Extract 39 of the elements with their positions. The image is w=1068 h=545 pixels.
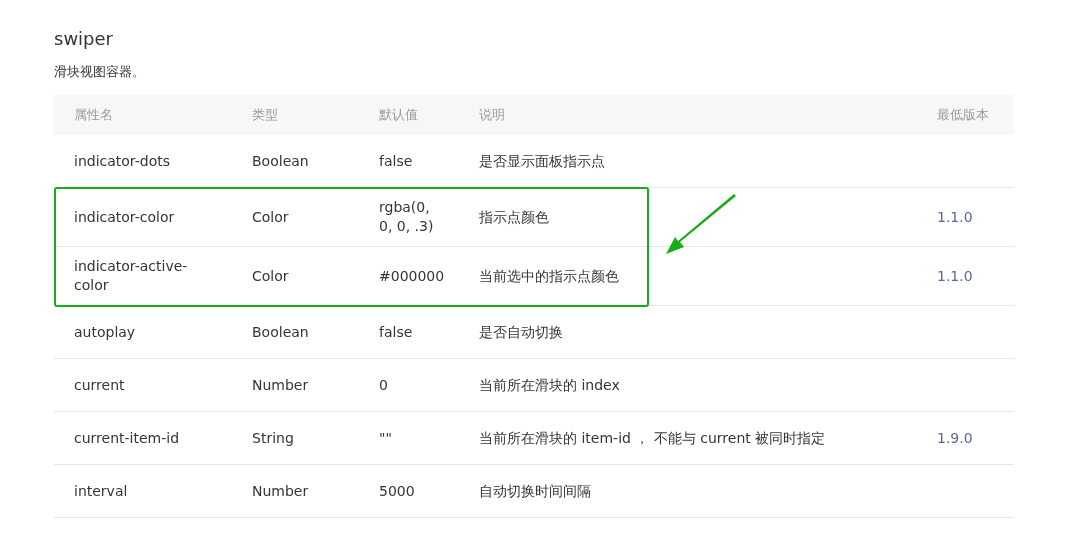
table-cell-text: current <box>73 375 126 395</box>
arrow-drawing <box>666 194 738 256</box>
column-header: 类型 <box>252 106 279 124</box>
table-cell-text: interval <box>73 481 129 501</box>
table-cell-text: Number <box>252 481 310 501</box>
table-cell-text: indicator-dots <box>73 151 172 171</box>
column-header: 说明 <box>479 106 506 124</box>
table-cell-text: indicator-active-color <box>73 257 189 295</box>
table-cell-text: String <box>252 428 295 448</box>
column-header: 默认值 <box>379 106 419 124</box>
version-link[interactable]: 1.1.0 <box>937 209 1014 225</box>
table-cell-text: 是否显示面板指示点 <box>479 151 606 171</box>
table-cell-text: #000000 <box>379 266 446 286</box>
page-title: swiper <box>54 28 114 49</box>
table-cell-text: 指示点颜色 <box>479 207 550 227</box>
version-link[interactable]: 1.1.0 <box>937 268 1014 284</box>
table-cell-text: Number <box>252 375 310 395</box>
table-cell-text: 是否自动切换 <box>479 322 564 342</box>
table-cell-text: Color <box>252 266 290 286</box>
table-cell-text: 0 <box>379 375 389 395</box>
column-header: 最低版本 <box>937 106 990 124</box>
page-description: 滑块视图容器。 <box>54 63 146 81</box>
table-cell-text: Boolean <box>252 151 310 171</box>
table-cell-text: 当前选中的指示点颜色 <box>479 266 620 286</box>
table-cell-text: current-item-id <box>73 428 180 448</box>
table-cell-text: 当前所在滑块的 index <box>479 375 621 395</box>
table-cell-text: indicator-color <box>73 207 176 227</box>
table-cell-text: 5000 <box>379 481 416 501</box>
table-cell-text: false <box>379 151 414 171</box>
table-cell-text: 自动切换时间间隔 <box>479 481 592 501</box>
table-cell-text: Boolean <box>252 322 310 342</box>
table-cell-text: rgba(0, 0, 0, .3) <box>379 198 435 236</box>
table-cell-text: Color <box>252 207 290 227</box>
table-cell-text: 当前所在滑块的 item-id ， 不能与 current 被同时指定 <box>479 428 827 448</box>
table-cell-text: autoplay <box>73 322 137 342</box>
version-link[interactable]: 1.9.0 <box>937 430 1014 446</box>
table-cell-text: "" <box>379 428 393 448</box>
table-cell-text: false <box>379 322 414 342</box>
column-header: 属性名 <box>73 106 114 124</box>
